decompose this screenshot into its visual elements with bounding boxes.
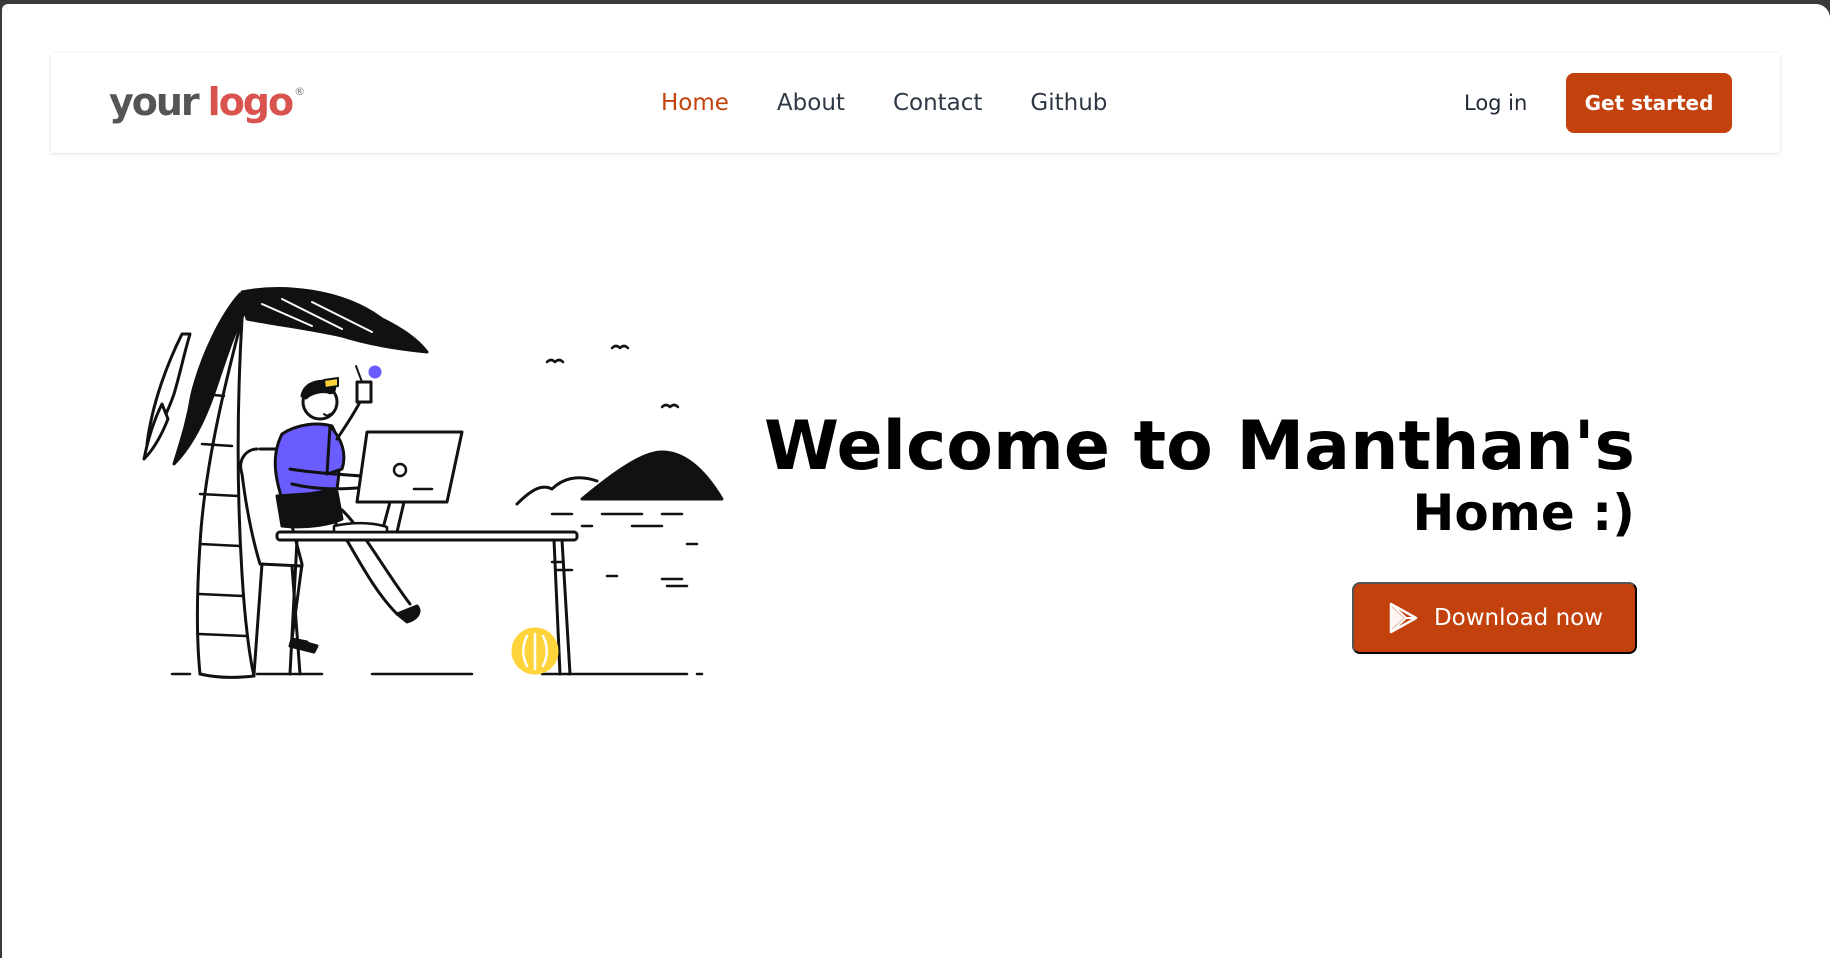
download-now-label: Download now <box>1433 605 1604 631</box>
beach-work-illustration <box>142 287 724 679</box>
logo-text-logo: logo <box>207 80 294 124</box>
nav-link-home[interactable]: Home <box>661 90 729 116</box>
nav-link-github[interactable]: Github <box>1030 90 1107 116</box>
browser-page: your logo ® Home About Contact Github Lo… <box>2 4 1830 958</box>
login-link[interactable]: Log in <box>1464 53 1527 153</box>
get-started-button[interactable]: Get started <box>1566 73 1732 133</box>
play-store-icon <box>1386 601 1420 635</box>
download-now-button[interactable]: Download now <box>1352 582 1637 654</box>
nav-link-contact[interactable]: Contact <box>893 90 982 116</box>
nav-link-about[interactable]: About <box>777 90 845 116</box>
tennis-ball <box>511 627 559 675</box>
hero-title: Welcome to Manthan's <box>763 407 1635 486</box>
hero-heading: Welcome to Manthan's Home :) <box>764 407 1635 539</box>
navbar: your logo ® Home About Contact Github Lo… <box>51 53 1780 153</box>
registered-mark: ® <box>294 85 306 98</box>
birds <box>545 344 680 409</box>
person <box>273 365 421 654</box>
hero-subtitle: Home :) <box>1412 484 1635 542</box>
main-nav: Home About Contact Github <box>661 53 1155 153</box>
logo-text-your: your <box>109 80 200 124</box>
island-hill <box>515 450 724 588</box>
brand-logo[interactable]: your logo ® <box>109 77 305 127</box>
